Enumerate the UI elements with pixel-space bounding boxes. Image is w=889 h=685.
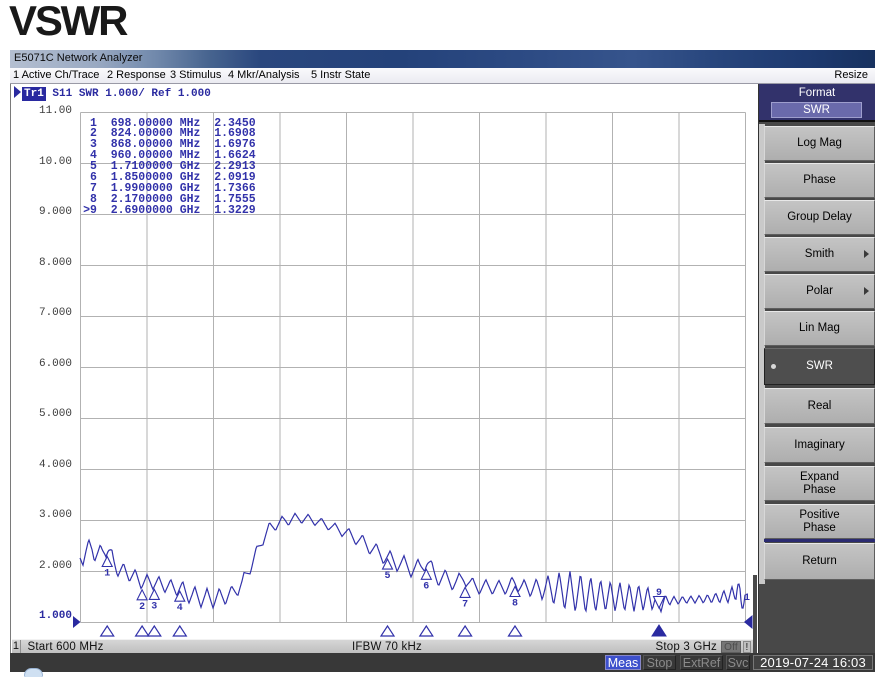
svg-text:3: 3	[151, 601, 157, 612]
svg-text:5: 5	[384, 571, 390, 582]
svg-text:6: 6	[423, 581, 429, 592]
svg-text:8: 8	[512, 599, 518, 610]
svg-text:1: 1	[104, 569, 110, 580]
svg-text:7: 7	[462, 599, 468, 610]
svg-text:9: 9	[656, 588, 662, 599]
svg-text:4: 4	[177, 603, 183, 614]
svg-text:1: 1	[744, 593, 750, 604]
svg-text:2: 2	[139, 602, 145, 613]
